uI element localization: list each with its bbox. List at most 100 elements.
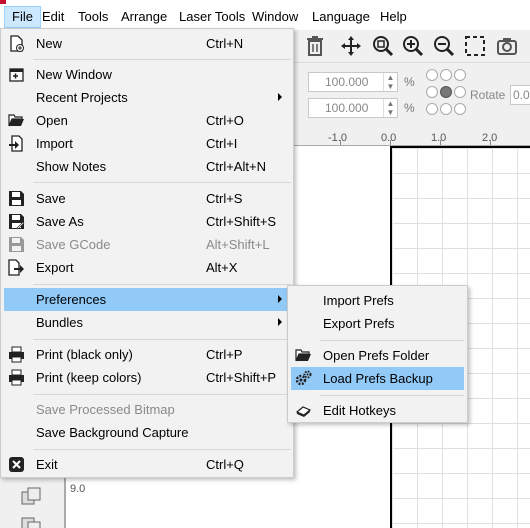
- zoom-selection-icon[interactable]: [370, 33, 396, 59]
- zoom-out-icon[interactable]: [431, 33, 457, 59]
- menu-edit[interactable]: Edit: [35, 6, 71, 28]
- file-menu-dropdown: New Ctrl+N New Window Recent Projects Op…: [0, 28, 294, 478]
- width-scale-spinner[interactable]: ▲ ▼: [383, 73, 397, 91]
- menu-item-shortcut: Ctrl+S: [206, 191, 243, 206]
- width-percent-label: %: [404, 75, 415, 89]
- menu-item-bundles[interactable]: Bundles: [4, 311, 292, 334]
- gears-icon: [293, 369, 313, 388]
- menu-separator: [33, 59, 291, 60]
- group-icon[interactable]: [20, 486, 42, 508]
- import-icon: [6, 134, 26, 153]
- menu-help[interactable]: Help: [373, 6, 414, 28]
- menu-item-save-background-capture[interactable]: Save Background Capture: [4, 421, 292, 444]
- ruler-tick: [340, 140, 341, 145]
- ruler-tick: [490, 140, 491, 145]
- submenu-arrow-icon: [278, 295, 282, 303]
- app-logo-icon: [0, 0, 6, 4]
- menu-item-label: Save GCode: [36, 237, 111, 252]
- printer-icon: [6, 368, 26, 387]
- menu-arrange[interactable]: Arrange: [114, 6, 174, 28]
- submenu-arrow-icon: [278, 93, 282, 101]
- menu-separator: [33, 394, 291, 395]
- anchor-bottom-left[interactable]: [426, 103, 438, 115]
- menu-item-save-as[interactable]: Save As Ctrl+Shift+S: [4, 210, 292, 233]
- anchor-top-left[interactable]: [426, 69, 438, 81]
- menu-separator: [320, 340, 464, 341]
- menu-item-open[interactable]: Open Ctrl+O: [4, 109, 292, 132]
- width-scale-input[interactable]: 100.000 ▲ ▼: [308, 72, 398, 92]
- keyboard-icon: [293, 401, 313, 420]
- camera-icon[interactable]: [494, 33, 520, 59]
- exit-icon: [6, 455, 26, 474]
- menu-item-label: Save: [36, 191, 66, 206]
- main-toolbar: [294, 30, 530, 62]
- anchor-middle-left[interactable]: [426, 86, 438, 98]
- menu-item-print-black[interactable]: Print (black only) Ctrl+P: [4, 343, 292, 366]
- menu-item-new-window[interactable]: New Window: [4, 63, 292, 86]
- menu-item-save[interactable]: Save Ctrl+S: [4, 187, 292, 210]
- anchor-top-center[interactable]: [440, 69, 452, 81]
- menu-separator: [33, 182, 291, 183]
- frame-selection-icon[interactable]: [462, 33, 488, 59]
- menu-item-exit[interactable]: Exit Ctrl+Q: [4, 453, 292, 476]
- trash-icon[interactable]: [302, 33, 328, 59]
- anchor-top-right[interactable]: [454, 69, 466, 81]
- menu-item-new[interactable]: New Ctrl+N: [4, 32, 292, 55]
- ruler-label: 1.0: [431, 132, 447, 144]
- menu-item-shortcut: Ctrl+Shift+S: [206, 214, 277, 229]
- canvas-lower-area[interactable]: [66, 478, 294, 528]
- menu-language[interactable]: Language: [305, 6, 377, 28]
- vertical-ruler-label: 9.0: [70, 483, 86, 495]
- menu-item-export[interactable]: Export Alt+X: [4, 256, 292, 279]
- anchor-bottom-center[interactable]: [440, 103, 452, 115]
- ungroup-icon[interactable]: [20, 514, 42, 528]
- menu-separator: [33, 339, 291, 340]
- menu-item-edit-hotkeys[interactable]: Edit Hotkeys: [291, 399, 464, 422]
- new-file-icon: [6, 34, 26, 53]
- folder-open-icon: [6, 111, 26, 130]
- menu-laser-tools[interactable]: Laser Tools: [172, 6, 252, 28]
- menu-separator: [33, 284, 291, 285]
- rotate-input[interactable]: 0.0: [510, 85, 530, 105]
- menu-item-recent-projects[interactable]: Recent Projects: [4, 86, 292, 109]
- menu-separator: [320, 395, 464, 396]
- height-scale-value: 100.000: [325, 101, 369, 115]
- anchor-center[interactable]: [440, 86, 452, 98]
- menu-item-shortcut: Ctrl+I: [206, 136, 238, 151]
- height-scale-input[interactable]: 100.000 ▲ ▼: [308, 98, 398, 118]
- menu-item-label: Recent Projects: [36, 90, 128, 105]
- save-as-icon: [6, 212, 26, 231]
- menu-separator: [33, 449, 291, 450]
- menu-item-shortcut: Ctrl+O: [206, 113, 244, 128]
- menu-item-label: Open Prefs Folder: [323, 348, 430, 363]
- menu-item-show-notes[interactable]: Show Notes Ctrl+Alt+N: [4, 155, 292, 178]
- anchor-bottom-right[interactable]: [454, 103, 466, 115]
- folder-open-icon: [293, 346, 313, 365]
- menu-item-preferences[interactable]: Preferences: [4, 288, 292, 311]
- move-icon[interactable]: [338, 33, 364, 59]
- menu-window[interactable]: Window: [245, 6, 305, 28]
- menu-item-shortcut: Ctrl+Q: [206, 457, 244, 472]
- menu-item-load-prefs-backup[interactable]: Load Prefs Backup: [291, 367, 464, 390]
- menu-item-save-processed-bitmap[interactable]: Save Processed Bitmap: [4, 398, 292, 421]
- save-gcode-icon: [6, 235, 26, 254]
- menu-item-label: Save Processed Bitmap: [36, 402, 175, 417]
- zoom-in-icon[interactable]: [400, 33, 426, 59]
- rotate-label: Rotate: [470, 88, 506, 102]
- menu-item-shortcut: Ctrl+N: [206, 36, 244, 51]
- width-scale-value: 100.000: [325, 75, 369, 89]
- menu-item-save-gcode[interactable]: Save GCode Alt+Shift+L: [4, 233, 292, 256]
- menu-tools[interactable]: Tools: [71, 6, 115, 28]
- menu-item-label: Save Background Capture: [36, 425, 189, 440]
- menu-item-import-prefs[interactable]: Import Prefs: [291, 289, 464, 312]
- menu-item-open-prefs-folder[interactable]: Open Prefs Folder: [291, 344, 464, 367]
- ruler-label: -1.0: [328, 132, 347, 144]
- menu-item-print-color[interactable]: Print (keep colors) Ctrl+Shift+P: [4, 366, 292, 389]
- save-icon: [6, 189, 26, 208]
- menu-item-export-prefs[interactable]: Export Prefs: [291, 312, 464, 335]
- height-scale-spinner[interactable]: ▲ ▼: [383, 99, 397, 117]
- menu-item-import[interactable]: Import Ctrl+I: [4, 132, 292, 155]
- anchor-middle-right[interactable]: [454, 86, 466, 98]
- menu-item-label: Print (black only): [36, 347, 133, 362]
- menu-item-label: New Window: [36, 67, 112, 82]
